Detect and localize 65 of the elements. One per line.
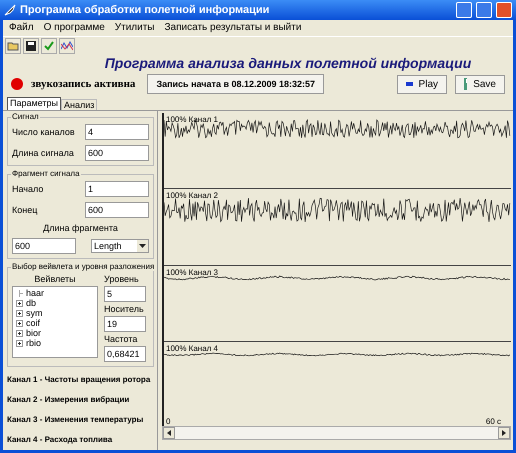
expand-icon[interactable] [16,300,23,306]
menu-item[interactable]: Файл [9,22,34,34]
scroll-right-icon[interactable] [498,427,510,439]
channel-legend: Канал 2 - Измерения вибрации [7,391,130,409]
menu-item[interactable]: Утилиты [114,22,154,34]
field-label: Уровень [104,274,140,284]
tab[interactable]: Анализ [60,99,98,110]
mode-dropdown[interactable]: Length [91,239,149,253]
expand-icon[interactable] [16,320,23,326]
channel-legend: Канал 4 - Расхода топлива [7,431,112,449]
group-title: Фрагмент сигнала [11,169,81,178]
menu-item[interactable]: О программе [44,22,105,34]
channel-label: 100% Канал 1 [166,115,218,124]
field-label: Носитель [104,304,145,314]
channel-label: 100% Канал 3 [166,268,218,276]
save-button[interactable]: Save [455,74,505,94]
field-label: Начало [12,184,44,194]
tree-line-icon [16,290,23,296]
input-field[interactable]: 600 [85,202,149,218]
maximize-button[interactable] [476,2,492,18]
horizontal-scrollbar[interactable] [162,426,511,440]
axis-label: 0 [166,417,170,426]
folder-icon[interactable] [5,38,21,54]
tree-item[interactable]: rbio [16,338,94,348]
field-label: Частота [104,334,138,344]
tab[interactable]: Параметры [7,97,61,110]
group-title: Выбор вейвлета и уровня разложения [11,262,156,271]
recording-start-button[interactable]: Запись начата в 08.12.2009 18:32:57 [147,74,324,94]
channel-legend: Канал 3 - Изменения температуры [7,411,144,429]
channel-label: 100% Канал 4 [166,344,218,353]
input-field[interactable]: 19 [104,316,146,332]
input-field[interactable]: 1 [85,181,149,197]
tree-item[interactable]: sym [16,308,94,318]
expand-icon[interactable] [16,310,23,316]
input-field[interactable]: 0,68421 [104,346,146,362]
field-label: Число каналов [12,127,75,137]
input-field[interactable]: 600 [85,145,149,161]
list-header: Вейвлеты [33,274,77,284]
tree-item[interactable]: haar [16,288,94,298]
expand-icon[interactable] [16,330,23,336]
window-title: Программа обработки полетной информации [20,4,270,16]
menu-item[interactable]: Записать результаты и выйти [164,22,302,34]
group-title: Сигнал [11,112,40,121]
close-button[interactable] [496,2,512,18]
tree-item[interactable]: bior [16,328,94,338]
minimize-button[interactable] [456,2,472,18]
input-field[interactable]: 600 [12,238,76,254]
scroll-left-icon[interactable] [163,427,175,439]
input-field[interactable]: 5 [104,286,146,302]
save-icon[interactable] [23,38,39,54]
field-label: Длина сигнала [12,148,74,158]
chart-icon[interactable] [59,38,75,54]
field-label: Конец [12,205,38,215]
tree-item[interactable]: coif [16,318,94,328]
field-label: Длина фрагмента [42,223,119,233]
tree-item[interactable]: db [16,298,94,308]
recording-status: звукозапись активна [31,78,136,90]
axis-label: 60 с [486,417,501,426]
app-heading: Программа анализа данных полетной информации [104,55,472,71]
channel-legend: Канал 1 - Частоты вращения ротора [7,371,150,389]
input-field[interactable]: 4 [85,124,149,140]
play-button[interactable]: Play [397,74,447,94]
expand-icon[interactable] [16,340,23,346]
channel-label: 100% Канал 2 [166,191,218,200]
checkmark-icon[interactable] [41,38,57,54]
